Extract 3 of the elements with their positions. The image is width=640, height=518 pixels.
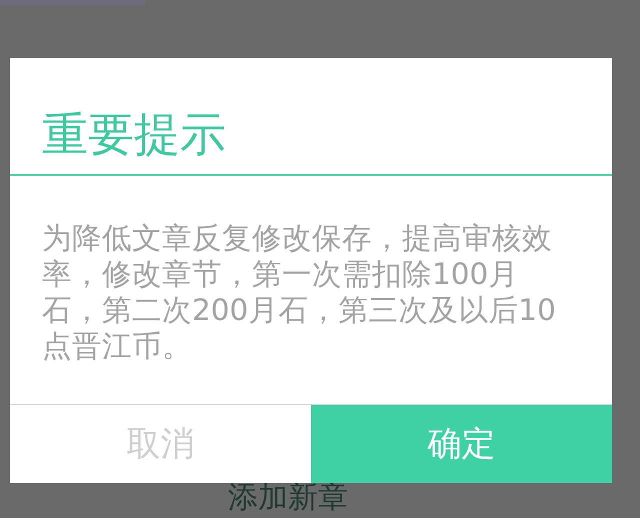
dialog-message: 为降低文章反复修改保存，提高审核效率，修改章节，第一次需扣除100月石，第二次200月石，第三次及以后10点晋江币。 [41, 220, 557, 365]
confirm-button[interactable]: 确定 [311, 405, 612, 483]
dialog-title: 重要提示 [10, 58, 612, 176]
